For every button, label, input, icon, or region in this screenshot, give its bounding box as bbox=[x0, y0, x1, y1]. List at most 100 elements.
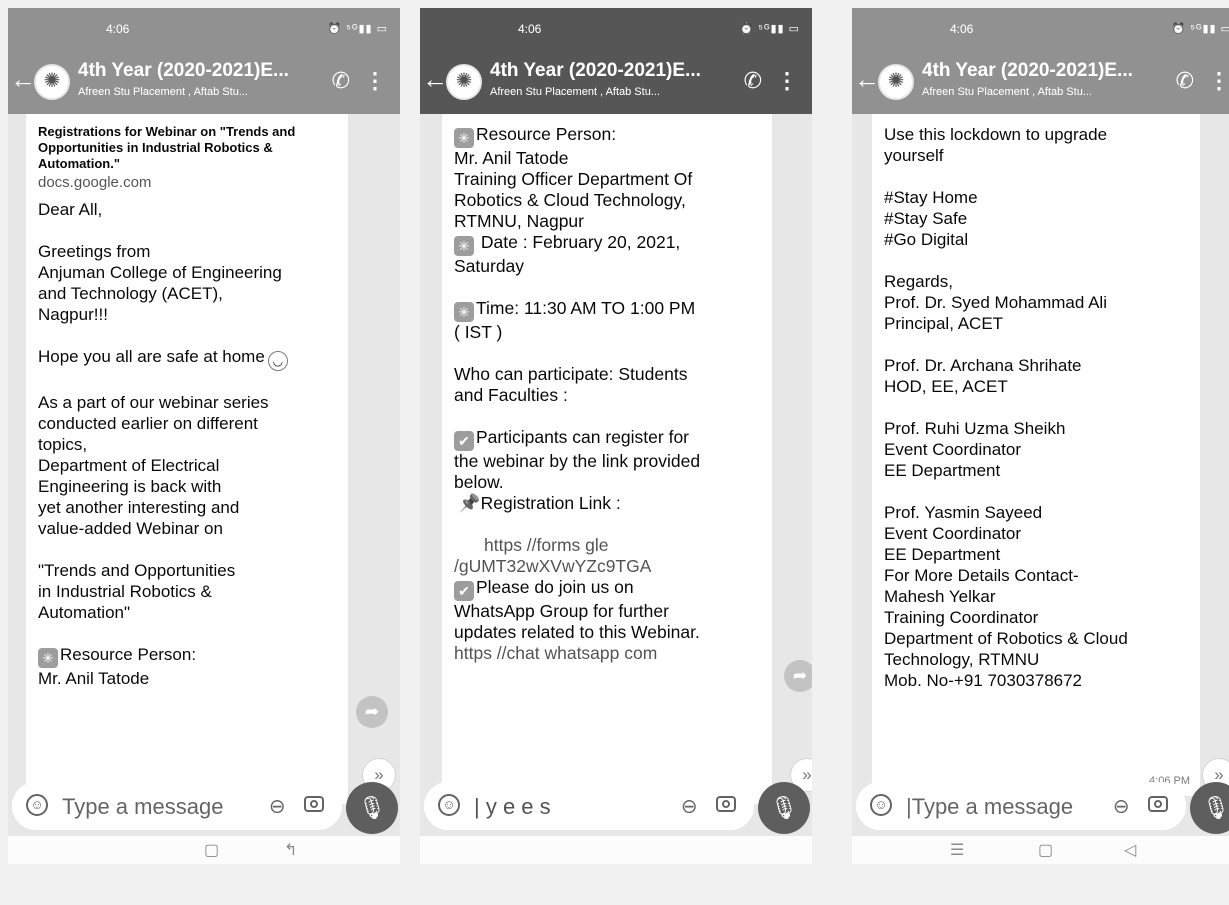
message-text: topics, bbox=[38, 435, 88, 454]
group-members[interactable]: Afreen Stu Placement , Aftab Stu... bbox=[490, 86, 660, 98]
group-avatar[interactable]: ✺ bbox=[34, 64, 70, 100]
message-text: the webinar by the link provided bbox=[454, 451, 701, 471]
back-arrow-icon[interactable]: ← bbox=[854, 66, 880, 92]
message-text: Mahesh Yelkar bbox=[884, 587, 996, 606]
message-text: 📌Registration Link : bbox=[454, 493, 760, 514]
message-text: Saturday bbox=[454, 256, 525, 276]
message-input-bar[interactable]: ☺ Type a message ⊘ bbox=[12, 782, 342, 830]
phone-screen-3: 4:06 ⏰ ⁵ᴳ▮▮ ▭ ← ✺ 4th Year (2020-2021)E.… bbox=[852, 8, 1229, 864]
registration-link[interactable]: https //forms gle bbox=[454, 535, 760, 556]
message-text: Event Coordinator bbox=[884, 440, 1022, 459]
status-icons: ⏰ ⁵ᴳ▮▮ ▭ bbox=[1171, 23, 1229, 35]
status-time: 4:06 bbox=[518, 22, 542, 36]
message-text: Technology, RTMNU bbox=[884, 650, 1040, 669]
add-call-icon[interactable]: ✆ bbox=[744, 68, 762, 94]
home-icon[interactable]: ▢ bbox=[1038, 840, 1053, 860]
mic-button[interactable]: 🎙 bbox=[758, 782, 810, 834]
phone-number[interactable]: Mob. No-+91 7030378672 bbox=[884, 670, 1188, 691]
nav-bar bbox=[420, 836, 812, 864]
group-avatar[interactable]: ✺ bbox=[446, 64, 482, 100]
recent-apps-icon[interactable]: ☰ bbox=[950, 840, 964, 860]
message-text: Mr. Anil Tatode bbox=[454, 148, 569, 168]
phone-screen-2: 4:06 ⏰ ⁵ᴳ▮▮ ▭ ← ✺ 4th Year (2020-2021)E.… bbox=[420, 8, 812, 864]
message-input-bar[interactable]: ☺ | y e e s ⊘ bbox=[424, 782, 754, 830]
message-input[interactable]: |Type a message bbox=[906, 794, 1073, 820]
link-preview-url[interactable]: docs.google.com bbox=[38, 172, 336, 193]
message-input[interactable]: Type a message bbox=[62, 794, 223, 820]
message-text: RTMNU, Nagpur bbox=[454, 211, 584, 231]
message-text: Prof. Ruhi Uzma Sheikh bbox=[884, 419, 1066, 438]
registration-link[interactable]: /gUMT32wXVwYZc9TGA bbox=[454, 556, 760, 577]
hashtag: #Stay Home bbox=[884, 188, 978, 207]
emoji-icon[interactable]: ☺ bbox=[870, 794, 892, 816]
message-text: value-added Webinar on bbox=[38, 519, 223, 538]
placeholder-text: Type a message bbox=[911, 794, 1074, 819]
message-text: yourself bbox=[884, 146, 944, 165]
message-text: in Industrial Robotics & bbox=[38, 582, 212, 601]
message-text: updates related to this Webinar. bbox=[454, 622, 700, 642]
whatsapp-group-link[interactable]: https //chat whatsapp com bbox=[454, 643, 760, 664]
group-title[interactable]: 4th Year (2020-2021)E... bbox=[78, 60, 289, 82]
status-bar: 4:06 ⏰ ⁵ᴳ▮▮ ▭ bbox=[420, 8, 812, 52]
message-text: Prof. Yasmin Sayeed bbox=[884, 503, 1043, 522]
camera-icon[interactable] bbox=[304, 796, 324, 812]
message-text: ( IST ) bbox=[454, 322, 503, 342]
forward-icon[interactable]: ➦ bbox=[356, 696, 388, 728]
sparkle-emoji-icon: ✳ bbox=[454, 302, 474, 322]
forward-icon[interactable]: ➦ bbox=[784, 660, 812, 692]
nav-bar: ☰ ▢ ◁ bbox=[852, 836, 1229, 864]
message-text: Nagpur!!! bbox=[38, 305, 108, 324]
message-text: As a part of our webinar series bbox=[38, 393, 269, 412]
attach-icon[interactable]: ⊘ bbox=[675, 792, 705, 822]
attach-icon[interactable]: ⊘ bbox=[263, 792, 293, 822]
emoji-icon[interactable]: ☺ bbox=[26, 794, 48, 816]
group-members[interactable]: Afreen Stu Placement , Aftab Stu... bbox=[78, 86, 248, 98]
more-options-icon[interactable]: ⋮ bbox=[776, 68, 798, 94]
mic-button[interactable]: 🎙 bbox=[1190, 782, 1229, 834]
message-text: Engineering is back with bbox=[38, 477, 222, 496]
add-call-icon[interactable]: ✆ bbox=[1176, 68, 1194, 94]
status-icons: ⏰ ⁵ᴳ▮▮ ▭ bbox=[739, 23, 800, 35]
home-icon[interactable]: ▢ bbox=[204, 840, 219, 860]
hope-text: Hope you all are safe at home bbox=[38, 347, 265, 366]
mic-button[interactable]: 🎙 bbox=[346, 782, 398, 834]
message-text: Who can participate: Students bbox=[454, 364, 688, 384]
back-nav-icon[interactable]: ◁ bbox=[1124, 840, 1136, 860]
status-time: 4:06 bbox=[106, 22, 130, 36]
back-arrow-icon[interactable]: ← bbox=[422, 66, 448, 92]
message-input-bar[interactable]: ☺ |Type a message ⊘ bbox=[856, 782, 1186, 830]
attach-icon[interactable]: ⊘ bbox=[1107, 792, 1137, 822]
camera-icon[interactable] bbox=[716, 796, 736, 812]
resource-label: Resource Person: bbox=[60, 645, 197, 664]
registration-link-label: Registration Link : bbox=[480, 493, 621, 513]
message-text: ✳ Time: 11:30 AM TO 1:00 PM bbox=[454, 298, 760, 322]
group-avatar[interactable]: ✺ bbox=[878, 64, 914, 100]
message-text: WhatsApp Group for further bbox=[454, 601, 669, 621]
message-text: conducted earlier on different bbox=[38, 414, 258, 433]
camera-icon[interactable] bbox=[1148, 796, 1168, 812]
more-options-icon[interactable]: ⋮ bbox=[364, 68, 386, 94]
message-text: ✳ Resource Person: bbox=[454, 124, 760, 148]
group-title[interactable]: 4th Year (2020-2021)E... bbox=[490, 60, 701, 82]
link-preview-title[interactable]: Registrations for Webinar on "Trends and… bbox=[38, 124, 336, 172]
message-text: Training Coordinator bbox=[884, 608, 1039, 627]
message-text: Mr. Anil Tatode bbox=[38, 669, 150, 688]
status-icons: ⏰ ⁵ᴳ▮▮ ▭ bbox=[327, 23, 388, 35]
nav-bar: ▢ ↰ bbox=[8, 836, 400, 864]
message-text: For More Details Contact- bbox=[884, 566, 1079, 585]
back-arrow-icon[interactable]: ← bbox=[10, 66, 36, 92]
message-text: Use this lockdown to upgrade bbox=[884, 125, 1108, 144]
message-text: Anjuman College of Engineering bbox=[38, 263, 282, 282]
message-text: HOD, EE, ACET bbox=[884, 377, 1008, 396]
group-members[interactable]: Afreen Stu Placement , Aftab Stu... bbox=[922, 86, 1092, 98]
pushpin-emoji-icon: 📌 bbox=[458, 493, 481, 513]
message-text: Robotics & Cloud Technology, bbox=[454, 190, 686, 210]
emoji-icon[interactable]: ☺ bbox=[438, 794, 460, 816]
phone-screen-1: 4:06 ⏰ ⁵ᴳ▮▮ ▭ ← ✺ 4th Year (2020-2021)E.… bbox=[8, 8, 400, 864]
message-text: Regards, bbox=[884, 272, 953, 291]
add-call-icon[interactable]: ✆ bbox=[332, 68, 350, 94]
message-input[interactable]: | y e e s bbox=[474, 794, 551, 820]
back-nav-icon[interactable]: ↰ bbox=[284, 840, 297, 860]
more-options-icon[interactable]: ⋮ bbox=[1208, 68, 1229, 94]
group-title[interactable]: 4th Year (2020-2021)E... bbox=[922, 60, 1133, 82]
